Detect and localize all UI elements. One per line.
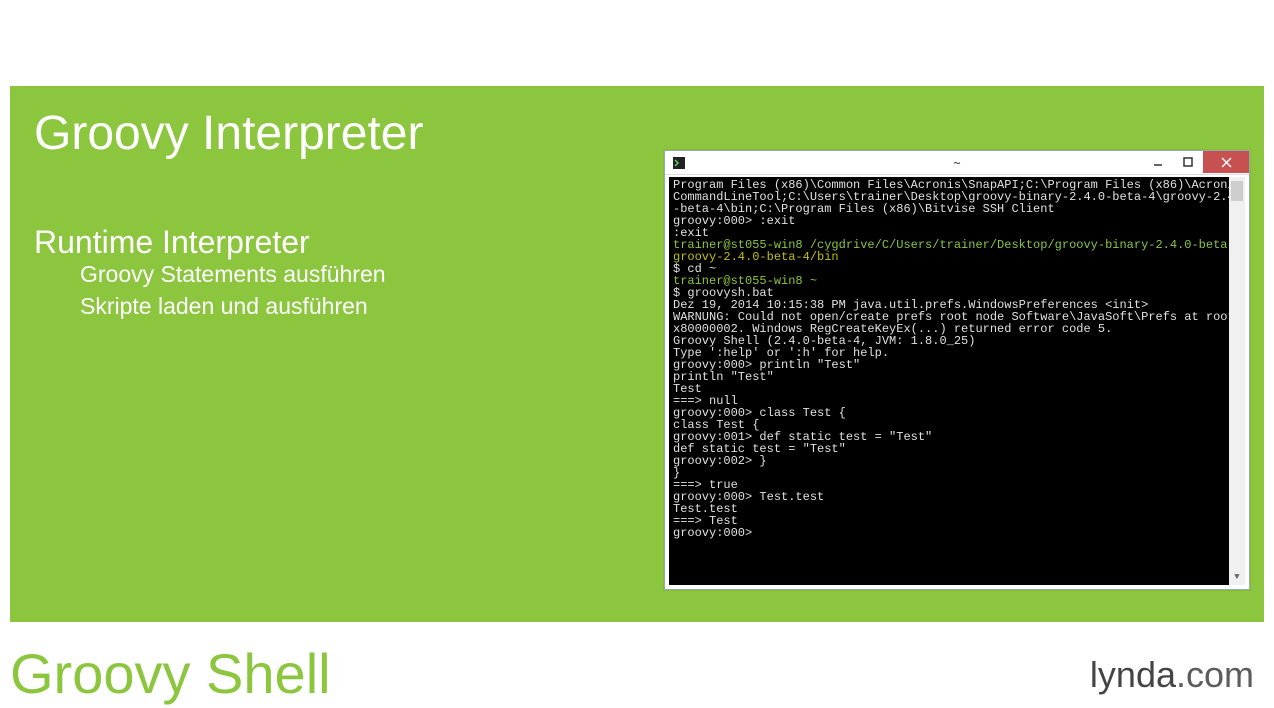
terminal-window: ~ Program Files (x86)\Common Files\Acron… — [664, 150, 1250, 590]
slide-body: Groovy Interpreter Runtime Interpreter G… — [10, 86, 1264, 622]
scroll-thumb[interactable] — [1231, 181, 1243, 201]
terminal-line: groovy:002> } — [673, 455, 1241, 467]
minimize-button[interactable] — [1143, 151, 1173, 173]
terminal-line: groovy:000> :exit — [673, 215, 1241, 227]
brand-name-rest: .com — [1176, 654, 1254, 695]
app-icon — [671, 155, 687, 171]
window-titlebar[interactable]: ~ — [665, 151, 1249, 175]
window-title: ~ — [953, 156, 960, 170]
terminal-line: groovy-2.4.0-beta-4/bin — [673, 251, 1241, 263]
terminal-line: groovy:000> — [673, 527, 1241, 539]
window-controls — [1143, 151, 1249, 173]
slide-subtitle: Runtime Interpreter — [34, 224, 310, 261]
bullet-item: Groovy Statements ausführen — [80, 258, 386, 290]
bullet-item: Skripte laden und ausführen — [80, 290, 386, 322]
terminal-line: groovy:000> Test.test — [673, 491, 1241, 503]
brand-logo: lynda.com — [1090, 654, 1264, 706]
scrollbar[interactable]: ▲ ▼ — [1229, 177, 1245, 585]
slide-bullets: Groovy Statements ausführen Skripte lade… — [80, 258, 386, 322]
slide-footer: Groovy Shell lynda.com — [10, 641, 1264, 706]
terminal-line: Test.test — [673, 503, 1241, 515]
terminal-line: } — [673, 467, 1241, 479]
terminal-line: Test — [673, 383, 1241, 395]
close-button[interactable] — [1203, 151, 1249, 173]
brand-name-bold: lynda — [1090, 654, 1176, 695]
terminal-body[interactable]: Program Files (x86)\Common Files\Acronis… — [669, 177, 1245, 585]
maximize-button[interactable] — [1173, 151, 1203, 173]
slide-title: Groovy Interpreter — [34, 106, 423, 161]
terminal-line: println "Test" — [673, 371, 1241, 383]
terminal-line: ===> Test — [673, 515, 1241, 527]
scroll-down-icon[interactable]: ▼ — [1229, 569, 1245, 585]
footer-title: Groovy Shell — [10, 641, 331, 706]
